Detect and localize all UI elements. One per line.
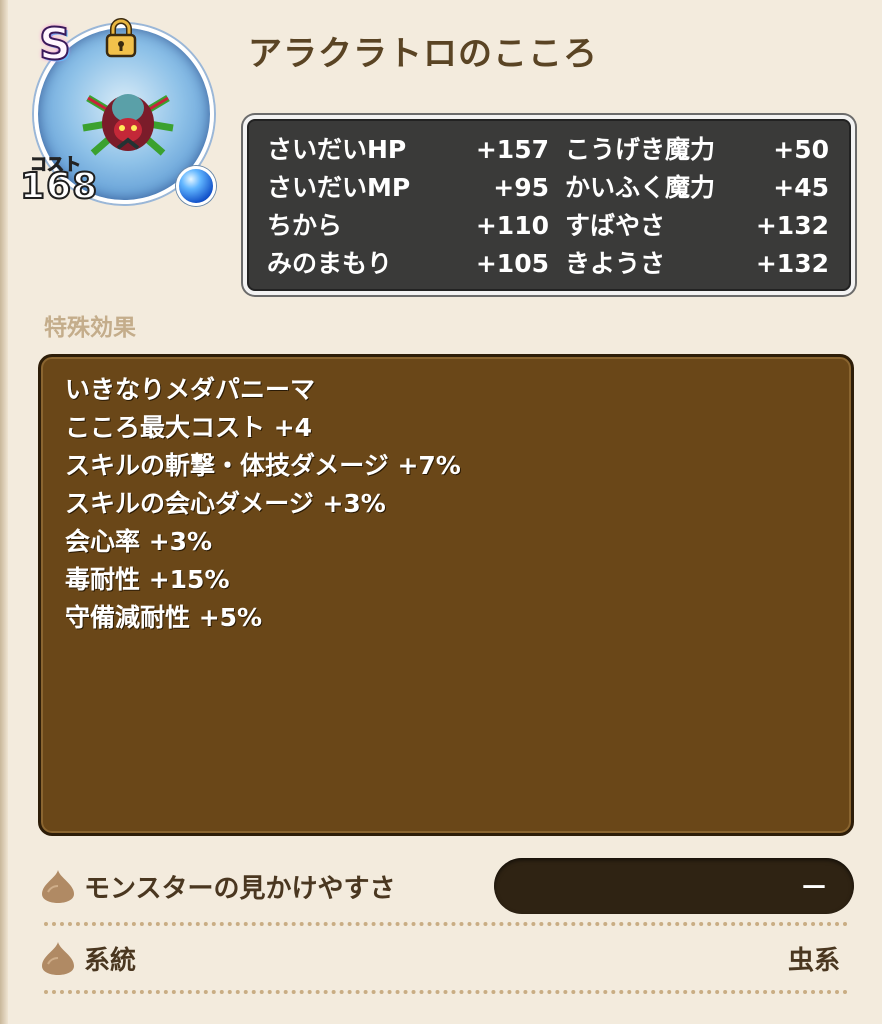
stat-value: +157 [475, 135, 549, 164]
stat-value: +95 [493, 173, 549, 202]
effect-item: スキルの斬撃・体技ダメージ +7% [65, 451, 461, 480]
visibility-value: － [799, 871, 828, 904]
stat-value: +50 [773, 135, 829, 164]
drop-bullet-icon [42, 870, 74, 903]
cost-value: 168 [19, 165, 99, 208]
blue-orb-icon [176, 166, 216, 206]
monster-portrait[interactable]: S コスト 168 [19, 18, 218, 210]
effect-item: こころ最大コスト +4 [65, 413, 313, 442]
stat-value: +110 [475, 211, 549, 240]
stat-value: +132 [755, 249, 829, 278]
stat-name: ちから [267, 211, 343, 240]
drop-bullet-icon [42, 942, 74, 975]
divider [44, 990, 848, 994]
stat-name: きようさ [565, 249, 666, 278]
special-effects-heading: 特殊効果 [44, 315, 136, 341]
visibility-label: モンスターの見かけやすさ [84, 874, 396, 904]
family-label: 系統 [84, 946, 137, 976]
stats-panel: さいだいHP +157 こうげき魔力 +50 さいだいMP +95 かいふく魔力… [243, 115, 855, 295]
effect-item: 毒耐性 +15% [65, 565, 230, 594]
family-row: 系統 虫系 [38, 930, 854, 988]
effect-item: スキルの会心ダメージ +3% [65, 489, 386, 518]
visibility-value-field[interactable]: － [494, 858, 854, 914]
stat-row: ちから +110 すばやさ +132 [267, 207, 831, 245]
stat-row: さいだいMP +95 かいふく魔力 +45 [267, 169, 831, 207]
stat-name: こうげき魔力 [565, 135, 716, 164]
stat-name: みのまもり [267, 249, 393, 278]
effect-item: 守備減耐性 +5% [65, 603, 263, 632]
rank-badge: S [38, 19, 72, 70]
stat-name: すばやさ [565, 211, 666, 240]
panel-edge [0, 0, 8, 1024]
stat-name: かいふく魔力 [565, 173, 716, 202]
effect-item: 会心率 +3% [65, 527, 213, 556]
stat-value: +105 [475, 249, 549, 278]
family-value: 虫系 [787, 946, 840, 976]
stat-value: +132 [755, 211, 829, 240]
lock-icon [105, 18, 137, 58]
stat-row: みのまもり +105 きようさ +132 [267, 245, 831, 283]
effect-item: いきなりメダパニーマ [65, 375, 316, 404]
stat-name: さいだいHP [267, 135, 407, 164]
divider [44, 922, 848, 926]
special-effects-panel[interactable]: いきなりメダパニーマ こころ最大コスト +4 スキルの斬撃・体技ダメージ +7%… [38, 354, 854, 836]
stat-name: さいだいMP [267, 173, 411, 202]
page-title: アラクラトロのこころ [248, 34, 598, 74]
stat-value: +45 [773, 173, 829, 202]
stat-row: さいだいHP +157 こうげき魔力 +50 [267, 131, 831, 169]
visibility-row: モンスターの見かけやすさ － [38, 858, 854, 916]
monster-image [82, 94, 174, 156]
